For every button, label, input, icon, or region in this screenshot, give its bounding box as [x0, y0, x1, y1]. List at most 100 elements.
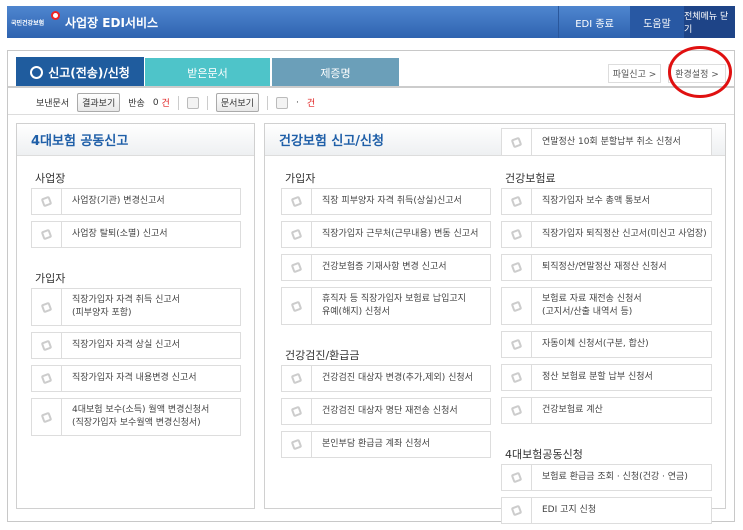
tab-divider: [8, 86, 734, 88]
settings-button[interactable]: 환경설정 >: [668, 64, 726, 83]
item-label: 정산 보험료 분할 납부 신청서: [542, 372, 653, 382]
health-left-column: 가입자직장 피부양자 자격 취득(상실)신고서직장가입자 근무처(근무내용) 변…: [281, 160, 491, 464]
item-label: 보험료 자료 재전송 신청서 (고지서/산출 내역서 등): [542, 294, 642, 317]
item-label: 휴직자 등 직장가입자 보험료 납입고지 유예(해지) 신청서: [322, 294, 466, 317]
section-title: 건강보험료: [505, 172, 556, 185]
form-item[interactable]: 직장가입자 자격 취득 신고서 (피부양자 포함): [31, 288, 241, 326]
section-title: 4대보험공동신청: [505, 448, 583, 461]
section-title: 가입자: [35, 272, 66, 285]
document-icon: [502, 498, 532, 523]
form-item[interactable]: 퇴직정산/연말정산 재정산 신청서: [501, 254, 712, 281]
joint-report-panel: 4대보험 공동신고 사업장사업장(기관) 변경신고서사업장 탈퇴(소멸) 신고서…: [16, 123, 255, 509]
form-item[interactable]: 직장가입자 퇴직정산 신고서(미신고 사업장): [501, 221, 712, 248]
returned-unit[interactable]: 건: [162, 96, 170, 109]
item-label: 직장가입자 보수 총액 통보서: [542, 196, 650, 206]
doc-count-unit[interactable]: 건: [307, 96, 315, 109]
document-icon: [32, 289, 62, 325]
form-item[interactable]: 직장 피부양자 자격 취득(상실)신고서: [281, 188, 491, 215]
item-label: 건강검진 대상자 변경(추가,제외) 신청서: [322, 373, 473, 383]
document-icon[interactable]: [275, 96, 288, 109]
form-item[interactable]: 자동이체 신청서(구분, 합산): [501, 331, 712, 358]
top-header: 국민건강보험 사업장 EDI서비스 EDI 종료 도움말 전체메뉴 닫기: [7, 6, 735, 38]
tab-certificates[interactable]: 제증명: [272, 58, 399, 87]
form-item[interactable]: 건강보험증 기재사항 변경 신고서: [281, 254, 491, 281]
form-item[interactable]: 직장가입자 근무처(근무내용) 변동 신고서: [281, 221, 491, 248]
separator: [206, 95, 208, 110]
form-item[interactable]: 보험료 환급금 조회 · 신청(건강 · 연금): [501, 464, 712, 491]
form-item[interactable]: 건강검진 대상자 변경(추가,제외) 신청서: [281, 365, 491, 392]
document-icon: [502, 255, 532, 280]
form-item[interactable]: 직장가입자 자격 상실 신고서: [31, 332, 241, 359]
item-label: 건강보험료 계산: [542, 405, 603, 415]
app-title: 사업장 EDI서비스: [65, 15, 159, 30]
item-label: 본인부담 환급금 계좌 신청서: [322, 439, 430, 449]
document-icon: [502, 189, 532, 214]
health-insurance-panel: 건강보험 신고/신청 연말정산 10회 분할납부 취소 신청서 가입자 직장 피부…: [264, 123, 726, 524]
dot: ·: [295, 97, 299, 108]
separator: [177, 95, 179, 110]
health-right-column: 건강보험료직장가입자 보수 총액 통보서직장가입자 퇴직정산 신고서(미신고 사…: [501, 160, 712, 530]
joint-report-column: 사업장사업장(기관) 변경신고서사업장 탈퇴(소멸) 신고서가입자직장가입자 자…: [31, 160, 241, 442]
section-title: 사업장: [35, 172, 66, 185]
sent-docs-label: 보낸문서: [36, 99, 70, 109]
item-label: 직장가입자 근무처(근무내용) 변동 신고서: [322, 229, 479, 239]
edi-exit-button[interactable]: EDI 종료: [558, 6, 630, 38]
tab-received-docs[interactable]: 받은문서: [145, 58, 270, 87]
document-icon: [32, 189, 62, 214]
document-icon: [502, 222, 532, 247]
item-label: 직장가입자 자격 상실 신고서: [72, 340, 180, 350]
item-label: 보험료 환급금 조회 · 신청(건강 · 연금): [542, 472, 688, 482]
nhis-logo[interactable]: 국민건강보험: [7, 6, 60, 38]
logo-mark-icon: [51, 11, 60, 20]
help-button[interactable]: 도움말: [630, 6, 684, 38]
form-item[interactable]: 직장가입자 보수 총액 통보서: [501, 188, 712, 215]
form-item[interactable]: 사업장(기관) 변경신고서: [31, 188, 241, 215]
document-icon: [282, 366, 312, 391]
item-label: 건강검진 대상자 명단 재전송 신청서: [322, 406, 458, 416]
form-item[interactable]: 휴직자 등 직장가입자 보험료 납입고지 유예(해지) 신청서: [281, 287, 491, 325]
document-icon: [32, 399, 62, 435]
item-label: 사업장(기관) 변경신고서: [72, 196, 165, 206]
view-docs-button[interactable]: 문서보기: [215, 93, 259, 112]
form-item[interactable]: 직장가입자 자격 내용변경 신고서: [31, 365, 241, 392]
tab-label: 신고(전송)/신청: [48, 65, 130, 80]
document-icon: [282, 255, 312, 280]
document-icon: [502, 288, 532, 324]
form-item[interactable]: 건강검진 대상자 명단 재전송 신청서: [281, 398, 491, 425]
separator: [266, 95, 268, 110]
item-label: 직장가입자 자격 내용변경 신고서: [72, 373, 197, 383]
document-icon: [32, 366, 62, 391]
item-label: 자동이체 신청서(구분, 합산): [542, 339, 649, 349]
form-item[interactable]: 정산 보험료 분할 납부 신청서: [501, 364, 712, 391]
installment-cancel-item[interactable]: 연말정산 10회 분할납부 취소 신청서: [501, 128, 712, 156]
form-item[interactable]: 사업장 탈퇴(소멸) 신고서: [31, 221, 241, 248]
item-label: 건강보험증 기재사항 변경 신고서: [322, 262, 447, 272]
document-icon: [502, 129, 532, 155]
section-title: 가입자: [285, 172, 316, 185]
tab-report-send[interactable]: 신고(전송)/신청: [16, 57, 144, 87]
form-item[interactable]: 4대보험 보수(소득) 월액 변경신청서 (직장가입자 보수월액 변경신청서): [31, 398, 241, 436]
section-title: 건강검진/환급금: [285, 349, 360, 362]
item-label: 4대보험 보수(소득) 월액 변경신청서 (직장가입자 보수월액 변경신청서): [72, 405, 210, 428]
item-label: 퇴직정산/연말정산 재정산 신청서: [542, 262, 667, 272]
view-results-button[interactable]: 결과보기: [77, 93, 121, 112]
file-report-button[interactable]: 파일신고 >: [608, 64, 661, 83]
document-icon: [282, 189, 312, 214]
checklist-icon[interactable]: [186, 96, 199, 109]
item-label: 직장가입자 퇴직정산 신고서(미신고 사업장): [542, 229, 707, 239]
document-icon: [282, 399, 312, 424]
form-item[interactable]: 보험료 자료 재전송 신청서 (고지서/산출 내역서 등): [501, 287, 712, 325]
logo-text: 국민건강보험: [11, 19, 45, 27]
returned-label: 반송: [128, 99, 145, 109]
item-label: 연말정산 10회 분할납부 취소 신청서: [542, 136, 681, 147]
close-all-menu-button[interactable]: 전체메뉴 닫기: [684, 6, 735, 38]
document-icon: [502, 332, 532, 357]
document-icon: [502, 398, 532, 423]
form-item[interactable]: EDI 고지 신청: [501, 497, 712, 524]
item-label: 직장가입자 자격 취득 신고서 (피부양자 포함): [72, 295, 180, 318]
form-item[interactable]: 본인부담 환급금 계좌 신청서: [281, 431, 491, 458]
document-icon: [282, 288, 312, 324]
form-item[interactable]: 건강보험료 계산: [501, 397, 712, 424]
panel-title: 4대보험 공동신고: [17, 124, 254, 156]
check-circle-icon: [30, 65, 44, 79]
